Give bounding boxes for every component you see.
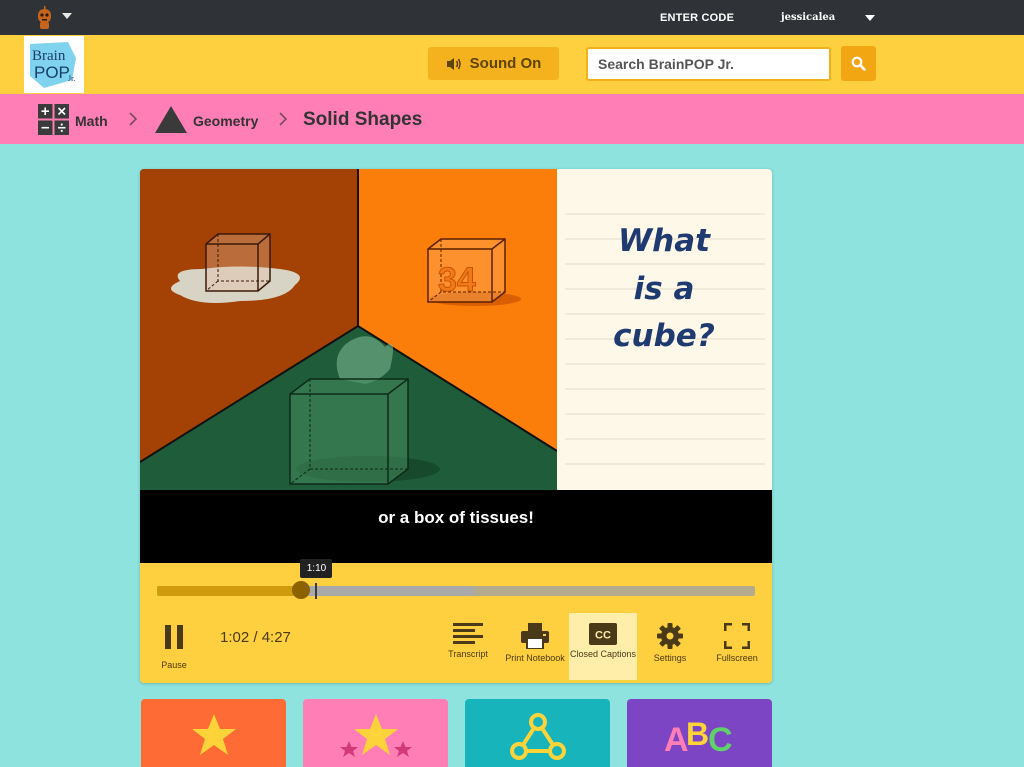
svg-text:C: C (708, 721, 733, 757)
triangle-icon[interactable] (155, 106, 187, 133)
pause-button[interactable]: Pause (154, 624, 194, 674)
breadcrumb-geometry[interactable]: Geometry (193, 113, 258, 129)
breadcrumb-math[interactable]: Math (75, 113, 108, 129)
sound-toggle-button[interactable]: Sound On (428, 47, 559, 80)
video-player: 34 What is a cube? or a box of tissues! … (140, 169, 772, 683)
math-symbols-icon[interactable] (38, 104, 69, 135)
search-button[interactable] (841, 46, 876, 81)
search-input[interactable] (586, 47, 831, 81)
svg-text:Brain: Brain (32, 48, 66, 64)
stars-icon (339, 714, 412, 757)
printer-icon (521, 623, 549, 649)
svg-text:CC: CC (595, 630, 611, 642)
transcript-button[interactable]: Transcript (434, 613, 502, 680)
pause-label: Pause (161, 660, 187, 670)
svg-text:POP: POP (34, 63, 70, 82)
scrub-handle[interactable] (292, 581, 311, 599)
breadcrumb-current-topic: Solid Shapes (303, 109, 423, 130)
chevron-right-icon (129, 112, 138, 126)
robot-avatar-icon[interactable] (36, 6, 53, 30)
video-frame[interactable]: 34 What is a cube? (140, 169, 772, 490)
card-star[interactable] (141, 699, 286, 767)
fullscreen-icon (724, 623, 750, 649)
print-notebook-label: Print Notebook (505, 653, 565, 663)
sound-button-label: Sound On (469, 55, 542, 72)
speaker-icon (446, 57, 461, 70)
svg-text:A: A (664, 721, 689, 757)
svg-text:Jr.: Jr. (68, 74, 75, 83)
search-icon (851, 56, 866, 71)
closed-captions-button[interactable]: CC Closed Captions (569, 613, 637, 680)
gear-icon (657, 623, 683, 649)
brainpop-jr-logo[interactable]: Brain POP Jr. (24, 36, 84, 93)
video-question-text: What (618, 223, 711, 259)
svg-text:is a: is a (634, 271, 695, 307)
settings-label: Settings (653, 653, 687, 663)
card-abc[interactable]: A B C (627, 699, 772, 767)
pause-icon (165, 625, 183, 649)
transcript-label: Transcript (448, 649, 488, 659)
user-menu-caret-icon[interactable] (865, 15, 875, 21)
card-stars[interactable] (303, 699, 448, 767)
settings-button[interactable]: Settings (636, 613, 704, 680)
hover-marker (315, 583, 318, 599)
svg-text:B: B (686, 716, 709, 752)
fullscreen-button[interactable]: Fullscreen (703, 613, 771, 680)
enter-code-link[interactable]: ENTER CODE (660, 12, 734, 24)
hover-time-tooltip: 1:10 (300, 559, 333, 578)
username-menu[interactable]: jessicalea (781, 12, 835, 23)
star-icon (191, 714, 236, 755)
connected-nodes-icon (509, 713, 566, 760)
avatar-menu-caret-icon[interactable] (62, 13, 72, 19)
closed-captions-icon: CC (589, 623, 617, 645)
progress-played (157, 586, 302, 596)
transcript-icon (453, 623, 483, 644)
closed-captions-label: Closed Captions (569, 649, 637, 659)
time-display: 1:02 / 4:27 (220, 629, 291, 646)
chevron-right-icon (279, 112, 288, 126)
svg-text:cube?: cube? (613, 318, 715, 354)
closed-caption-text: or a box of tissues! (378, 508, 534, 527)
abc-letters-icon: A B C (664, 716, 733, 757)
svg-text:34: 34 (438, 261, 476, 299)
print-notebook-button[interactable]: Print Notebook (501, 613, 569, 680)
breadcrumb (0, 94, 1024, 144)
fullscreen-label: Fullscreen (716, 653, 758, 663)
card-connect[interactable] (465, 699, 610, 767)
